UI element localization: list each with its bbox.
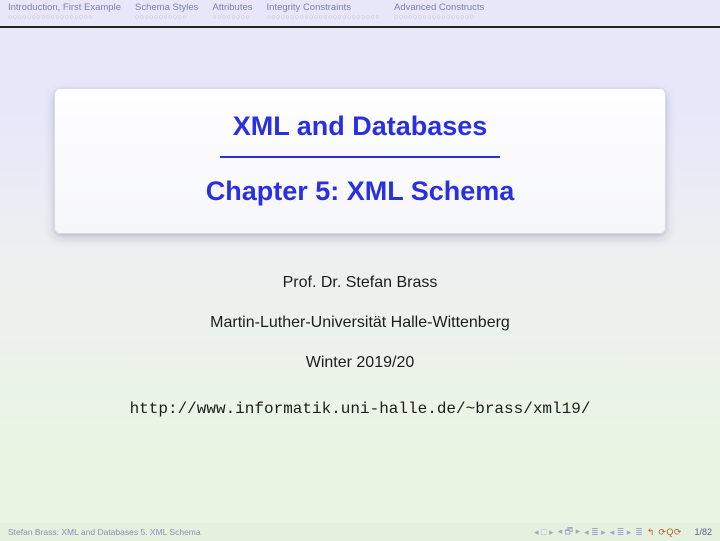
nav-back-section-icon[interactable]: ◂ ≣ ▸ bbox=[584, 527, 606, 538]
course-title: XML and Databases bbox=[79, 111, 641, 142]
nav-progress-dots[interactable]: ○○○○○○○○○○○○○○○○○ bbox=[394, 14, 474, 22]
nav-section-attributes[interactable]: Attributes ○○○○○○○○ bbox=[212, 2, 252, 24]
nav-title[interactable]: Introduction, First Example bbox=[8, 2, 121, 13]
nav-title[interactable]: Schema Styles bbox=[135, 2, 198, 13]
footer-text: Stefan Brass: XML and Databases 5. XML S… bbox=[8, 527, 201, 537]
nav-mode-icon[interactable]: ≣ bbox=[635, 527, 643, 538]
nav-progress-dots[interactable]: ○○○○○○○○○○○○○○○○○○○○○○○○ bbox=[267, 14, 380, 22]
nav-section-integrity[interactable]: Integrity Constraints ○○○○○○○○○○○○○○○○○○… bbox=[267, 2, 380, 24]
nav-undo-icon[interactable]: ↰ bbox=[647, 527, 655, 538]
beamer-nav-bar: Introduction, First Example ○○○○○○○○○○○○… bbox=[0, 0, 720, 24]
title-block: XML and Databases Chapter 5: XML Schema bbox=[54, 88, 666, 234]
nav-progress-dots[interactable]: ○○○○○○○○○○○ bbox=[135, 14, 187, 22]
nav-title[interactable]: Attributes bbox=[212, 2, 252, 13]
nav-fwd-section-icon[interactable]: ◂ ≣ ▸ bbox=[610, 527, 632, 538]
nav-section-schema-styles[interactable]: Schema Styles ○○○○○○○○○○○ bbox=[135, 2, 198, 24]
title-rule bbox=[220, 156, 500, 158]
page-number: 1/82 bbox=[694, 527, 712, 537]
author-block: Prof. Dr. Stefan Brass Martin-Luther-Uni… bbox=[130, 274, 591, 418]
beamer-nav-controls: ◂ □ ▸ ◂ 🗗 ▸ ◂ ≣ ▸ ◂ ≣ ▸ ≣ ↰ ⟳ Q ⟳ bbox=[534, 524, 680, 540]
slide-content: XML and Databases Chapter 5: XML Schema … bbox=[0, 28, 720, 418]
nav-progress-dots[interactable]: ○○○○○○○○ bbox=[212, 14, 250, 22]
nav-progress-dots[interactable]: ○○○○○○○○○○○○○○○○○○ bbox=[8, 14, 93, 22]
nav-title[interactable]: Integrity Constraints bbox=[267, 2, 351, 13]
footer-bar: Stefan Brass: XML and Databases 5. XML S… bbox=[0, 523, 720, 541]
nav-section-advanced[interactable]: Advanced Constructs ○○○○○○○○○○○○○○○○○ bbox=[394, 2, 484, 24]
course-url[interactable]: http://www.informatik.uni-halle.de/~bras… bbox=[130, 400, 591, 418]
nav-search-icon[interactable]: ⟳ Q ⟳ bbox=[658, 527, 680, 538]
term: Winter 2019/20 bbox=[130, 354, 591, 372]
chapter-title: Chapter 5: XML Schema bbox=[79, 176, 641, 207]
nav-section-intro[interactable]: Introduction, First Example ○○○○○○○○○○○○… bbox=[8, 2, 121, 24]
institution: Martin-Luther-Universität Halle-Wittenbe… bbox=[130, 314, 591, 332]
nav-title[interactable]: Advanced Constructs bbox=[394, 2, 484, 13]
nav-prev-icon[interactable]: ◂ 🗗 ▸ bbox=[558, 524, 581, 540]
author-name: Prof. Dr. Stefan Brass bbox=[130, 274, 591, 292]
nav-first-icon[interactable]: ◂ □ ▸ bbox=[534, 527, 553, 538]
